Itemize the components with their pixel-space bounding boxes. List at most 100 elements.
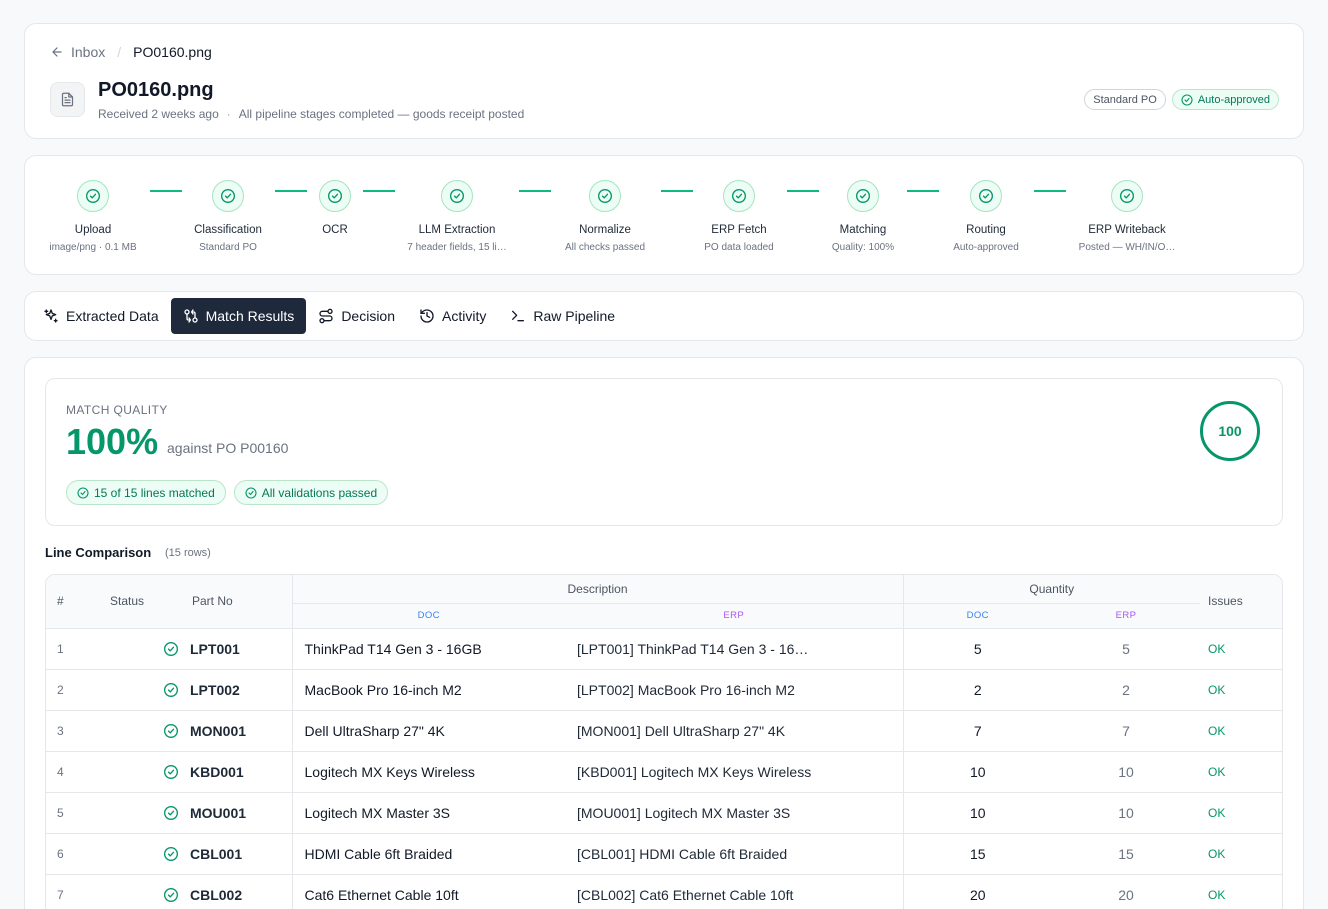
table-row[interactable]: 3 MON001 Dell UltraSharp 27" 4K [MON001] De… (46, 710, 1282, 751)
meta-separator: · (226, 107, 231, 121)
pipeline-stage-normalize[interactable]: Normalize All checks passed (530, 180, 680, 253)
approval-status-badge: Auto-approved (1171, 89, 1279, 110)
stage-status-indicator (77, 180, 109, 212)
pipeline-stepper: Upload image/png · 0.1 MB Classification St… (24, 155, 1304, 275)
part-number: KBD001 (190, 763, 244, 780)
tab-label: Extracted Data (66, 308, 159, 324)
stage-detail: Quality: 100% (831, 242, 895, 253)
check-circle-icon (450, 189, 464, 203)
sparkles-icon (44, 309, 58, 323)
table-row[interactable]: 2 LPT002 MacBook Pro 16-inch M2 [LPT002] Ma… (46, 669, 1282, 710)
table-row[interactable]: 7 CBL002 Cat6 Ethernet Cable 10ft [CBL002] … (46, 874, 1282, 909)
terminal-icon (512, 310, 525, 322)
tab-raw-pipeline[interactable]: Raw Pipeline (498, 298, 627, 334)
stage-label: Routing (966, 224, 1006, 236)
row-number: 6 (57, 846, 64, 861)
issue-status: OK (1208, 641, 1226, 656)
match-quality-card: MATCH QUALITY 100% against PO P00160 15 … (45, 378, 1283, 526)
description-doc: HDMI Cable 6ft Braided (291, 833, 565, 874)
check-circle-icon (164, 887, 178, 902)
row-status (100, 874, 182, 909)
tab-label: Raw Pipeline (533, 308, 616, 324)
col-header-number: # (46, 575, 100, 628)
quantity-erp: 5 (1122, 640, 1130, 657)
quantity-erp: 15 (1118, 845, 1134, 862)
table-row[interactable]: 4 KBD001 Logitech MX Keys Wireless [KBD001]… (46, 751, 1282, 792)
qty-erp-subheader: ERP (1052, 602, 1201, 628)
quantity-doc: 20 (902, 874, 1052, 909)
description-doc: MacBook Pro 16-inch M2 (291, 669, 565, 710)
match-quality-value: 100% (66, 421, 159, 462)
description-doc: ThinkPad T14 Gen 3 - 16GB (291, 628, 565, 669)
pipeline-stage-routing[interactable]: Routing Auto-approved (911, 180, 1061, 253)
row-status (100, 669, 182, 710)
check-circle-icon (1181, 93, 1193, 106)
check-circle-icon (164, 764, 178, 779)
match-quality-badges: 15 of 15 lines matched All validations p… (66, 480, 389, 505)
validations-badge: All validations passed (233, 480, 389, 505)
quantity-erp: 2 (1122, 681, 1130, 698)
stage-detail: image/png · 0.1 MB (49, 242, 137, 253)
check-circle-icon (164, 682, 178, 697)
tab-activity[interactable]: Activity (407, 298, 498, 334)
issue-status: OK (1208, 682, 1226, 697)
check-circle-icon (598, 189, 612, 203)
git-compare-icon (183, 309, 198, 323)
stage-status-indicator (970, 180, 1002, 212)
issue-status: OK (1208, 846, 1226, 861)
description-erp: [MOU001] Logitech MX Master 3S (577, 804, 791, 821)
pipeline-stage-erp-writeback[interactable]: ERP Writeback Posted — WH/IN/O… (1052, 180, 1202, 253)
breadcrumb-separator: / (117, 44, 122, 60)
part-number: MON001 (190, 722, 247, 739)
pipeline-status-text: All pipeline stages completed — goods re… (238, 107, 525, 121)
col-header-issues: Issues (1200, 575, 1282, 628)
quantity-doc: 10 (902, 792, 1052, 833)
description-erp: [KBD001] Logitech MX Keys Wireless (577, 763, 812, 780)
table-row[interactable]: 1 LPT001 ThinkPad T14 Gen 3 - 16GB [LPT001]… (46, 628, 1282, 669)
description-erp: [MON001] Dell UltraSharp 27" 4K (577, 722, 786, 739)
tab-decision[interactable]: Decision (306, 298, 407, 334)
line-comparison-table: # Status Part No Description Quantity Is… (45, 574, 1283, 909)
table-row[interactable]: 5 MOU001 Logitech MX Master 3S [MOU001] Log… (46, 792, 1282, 833)
tab-match-results[interactable]: Match Results (170, 298, 307, 334)
table-row[interactable]: 6 CBL001 HDMI Cable 6ft Braided [CBL001] HD… (46, 833, 1282, 874)
row-number: 7 (57, 887, 64, 902)
stage-label: LLM Extraction (418, 224, 496, 236)
stage-detail: PO data loaded (704, 242, 774, 253)
issue-status: OK (1208, 887, 1226, 902)
desc-erp-subheader: ERP (565, 602, 903, 628)
tab-extracted-data[interactable]: Extracted Data (31, 298, 171, 334)
stage-detail: Posted — WH/IN/O… (1078, 242, 1176, 253)
stage-status-indicator (1111, 180, 1143, 212)
row-status (100, 751, 182, 792)
col-header-description: Description (291, 575, 903, 603)
issue-status: OK (1208, 723, 1226, 738)
check-circle-icon (979, 189, 993, 203)
description-doc: Logitech MX Master 3S (291, 792, 565, 833)
lines-matched-label: 15 of 15 lines matched (94, 485, 215, 500)
tab-label: Activity (442, 308, 487, 324)
pipeline-stage-llm-extraction[interactable]: LLM Extraction 7 header fields, 15 li… (382, 180, 532, 253)
pipeline-stage-upload[interactable]: Upload image/png · 0.1 MB (18, 180, 168, 253)
quantity-doc: 2 (902, 669, 1052, 710)
row-status (100, 792, 182, 833)
stage-detail: All checks passed (564, 242, 646, 253)
check-circle-icon (164, 846, 178, 861)
part-number: LPT001 (190, 640, 240, 657)
doc-type-badge: Standard PO (1084, 89, 1166, 110)
row-number: 4 (57, 764, 64, 779)
back-to-inbox-link[interactable]: Inbox (50, 44, 105, 60)
description-erp: [CBL002] Cat6 Ethernet Cable 10ft (577, 886, 794, 903)
breadcrumb-inbox-label: Inbox (71, 44, 106, 60)
description-doc: Dell UltraSharp 27" 4K (291, 710, 565, 751)
line-comparison-title: Line Comparison (45, 545, 152, 560)
page-title: PO0160.png (98, 79, 214, 101)
check-circle-icon (221, 189, 235, 203)
quantity-doc: 5 (902, 628, 1052, 669)
check-circle-icon (245, 486, 257, 499)
issue-status: OK (1208, 764, 1226, 779)
col-header-part-no: Part No (182, 575, 292, 628)
desc-doc-subheader: DOC (291, 602, 565, 628)
quantity-doc: 10 (902, 751, 1052, 792)
quantity-doc: 7 (902, 710, 1052, 751)
